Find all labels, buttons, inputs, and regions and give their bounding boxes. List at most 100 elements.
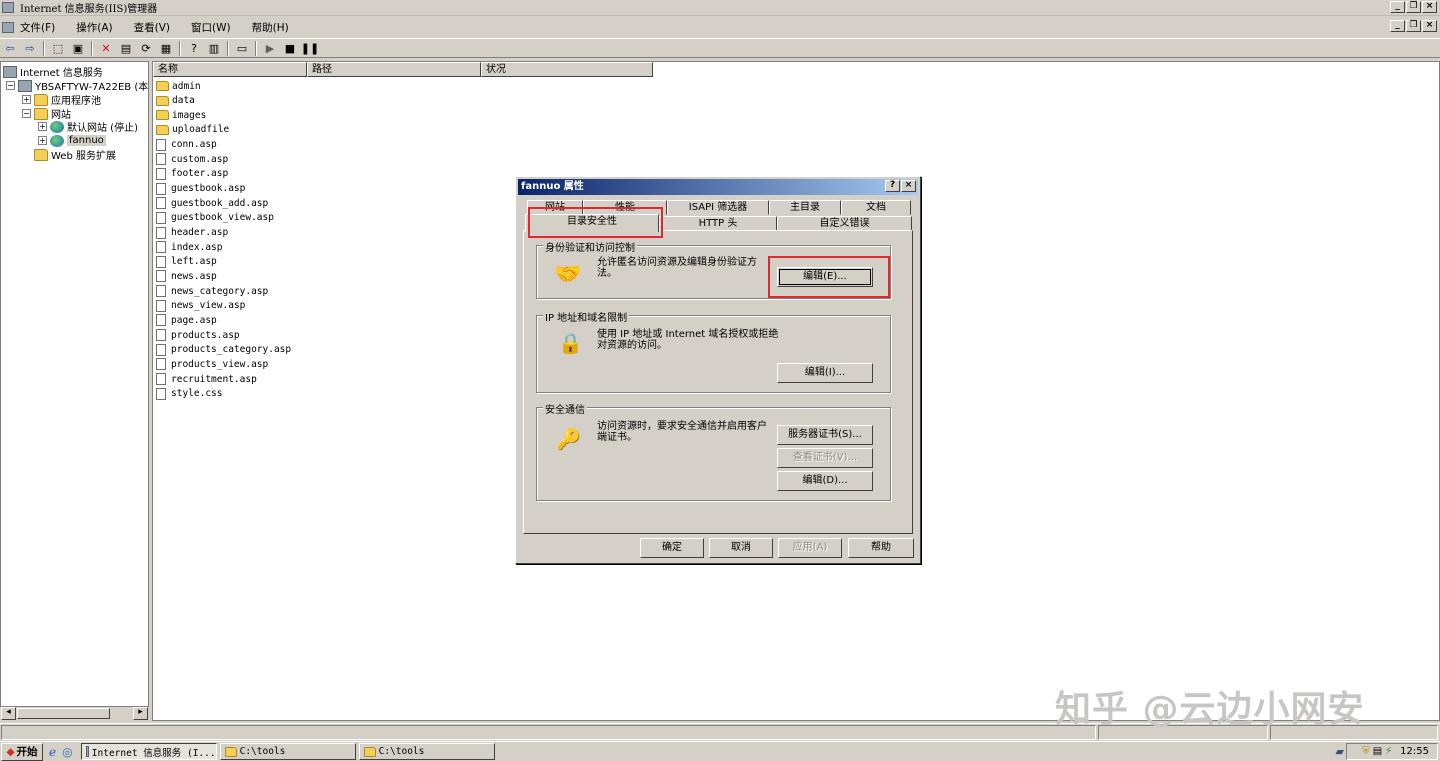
desktop: Internet 信息服务(IIS)管理器 _ ❐ × 文件(F) 操作(A) … bbox=[0, 0, 1440, 761]
scroll-left-icon[interactable]: ◂ bbox=[1, 707, 16, 720]
ip-edit-button[interactable]: 编辑(I)... bbox=[777, 363, 873, 383]
export-list-icon[interactable]: ▦ bbox=[158, 40, 174, 56]
console-icon[interactable]: ▥ bbox=[206, 40, 222, 56]
list-item[interactable]: data bbox=[156, 94, 195, 108]
menu-file[interactable]: 文件(F) bbox=[20, 20, 55, 35]
list-item[interactable]: guestbook_view.asp bbox=[156, 211, 274, 225]
help-icon[interactable]: ? bbox=[186, 40, 202, 56]
list-item[interactable]: guestbook_add.asp bbox=[156, 196, 268, 210]
column-status[interactable]: 状况 bbox=[481, 62, 653, 77]
minimize-button[interactable]: _ bbox=[1390, 1, 1405, 13]
list-item[interactable]: left.asp bbox=[156, 255, 217, 269]
stop-icon[interactable]: ■ bbox=[282, 40, 298, 56]
task-iis-manager[interactable]: Internet 信息服务 (I... bbox=[80, 743, 217, 760]
tree-root[interactable]: Internet 信息服务 bbox=[3, 65, 103, 79]
folder-icon bbox=[156, 81, 169, 91]
list-item[interactable]: header.asp bbox=[156, 226, 228, 240]
menu-action[interactable]: 操作(A) bbox=[76, 20, 112, 35]
menu-window[interactable]: 窗口(W) bbox=[191, 20, 231, 35]
pause-icon[interactable]: ❚❚ bbox=[301, 40, 319, 56]
cancel-button[interactable]: 取消 bbox=[709, 538, 773, 558]
list-item[interactable]: conn.asp bbox=[156, 138, 217, 152]
list-item[interactable]: news.asp bbox=[156, 269, 217, 283]
up-folder-icon[interactable]: ⬚ bbox=[50, 40, 66, 56]
tree-app-pools[interactable]: + 应用程序池 bbox=[22, 93, 101, 107]
task-tools-folder-1[interactable]: C:\tools bbox=[219, 743, 356, 760]
file-icon bbox=[156, 182, 166, 195]
collapse-icon[interactable]: − bbox=[22, 109, 31, 118]
list-item[interactable]: uploadfile bbox=[156, 123, 229, 137]
tab-isapi-filters[interactable]: ISAPI 筛选器 bbox=[667, 200, 769, 215]
list-item[interactable]: news_view.asp bbox=[156, 299, 245, 313]
ok-button[interactable]: 确定 bbox=[640, 538, 704, 558]
tab-documents[interactable]: 文档 bbox=[841, 200, 911, 215]
expand-icon[interactable]: + bbox=[22, 95, 31, 104]
column-path[interactable]: 路径 bbox=[307, 62, 481, 77]
list-item[interactable]: style.css bbox=[156, 387, 222, 401]
show-tree-icon[interactable]: ▣ bbox=[70, 40, 86, 56]
view-certificate-button[interactable]: 查看证书(V)... bbox=[777, 448, 873, 468]
tab-custom-errors[interactable]: 自定义错误 bbox=[777, 216, 912, 231]
menu-view[interactable]: 查看(V) bbox=[134, 20, 170, 35]
shield-icon[interactable]: ⛨ bbox=[1362, 746, 1370, 757]
window-title-bar[interactable]: Internet 信息服务(IIS)管理器 _ ❐ × bbox=[0, 0, 1440, 16]
dialog-help-button[interactable]: ? bbox=[885, 180, 900, 192]
scroll-thumb[interactable] bbox=[17, 708, 110, 719]
expand-icon[interactable]: + bbox=[38, 122, 47, 131]
list-item[interactable]: products.asp bbox=[156, 328, 240, 342]
forward-arrow-icon[interactable]: ⇨ bbox=[22, 40, 38, 56]
properties-icon[interactable]: ▤ bbox=[118, 40, 134, 56]
start-play-icon[interactable]: ▶ bbox=[262, 40, 278, 56]
refresh-icon[interactable]: ⟳ bbox=[138, 40, 154, 56]
list-item[interactable]: products_view.asp bbox=[156, 357, 268, 371]
computer-icon[interactable]: ▭ bbox=[234, 40, 250, 56]
back-arrow-icon[interactable]: ⇦ bbox=[2, 40, 18, 56]
list-item[interactable]: admin bbox=[156, 79, 201, 93]
tab-home-directory[interactable]: 主目录 bbox=[769, 200, 841, 215]
list-item[interactable]: news_category.asp bbox=[156, 284, 268, 298]
child-restore-button[interactable]: ❐ bbox=[1406, 20, 1421, 32]
folder-icon bbox=[224, 746, 237, 757]
list-item[interactable]: custom.asp bbox=[156, 152, 228, 166]
network-status-icon[interactable]: ⚡ bbox=[1385, 746, 1392, 757]
tree-websites[interactable]: − 网站 bbox=[22, 107, 71, 121]
menu-help[interactable]: 帮助(H) bbox=[252, 20, 289, 35]
list-item[interactable]: index.asp bbox=[156, 240, 222, 254]
dialog-title-bar[interactable]: fannuo 属性 ? × bbox=[518, 179, 918, 195]
close-button[interactable]: × bbox=[1422, 1, 1437, 13]
ie-icon[interactable]: ℯ bbox=[49, 745, 56, 759]
list-item[interactable]: images bbox=[156, 108, 206, 122]
column-name[interactable]: 名称 bbox=[153, 62, 307, 77]
monitor-icon[interactable]: ▤ bbox=[1373, 746, 1382, 757]
expand-icon[interactable]: + bbox=[38, 136, 47, 145]
file-icon bbox=[156, 343, 166, 356]
start-button[interactable]: ◆ 开始 bbox=[1, 742, 43, 761]
quicklaunch-icon[interactable]: ◎ bbox=[62, 745, 72, 759]
list-item[interactable]: recruitment.asp bbox=[156, 372, 257, 386]
mmc-document-icon bbox=[2, 21, 14, 33]
apply-button[interactable]: 应用(A) bbox=[778, 538, 842, 558]
list-item[interactable]: products_category.asp bbox=[156, 343, 291, 357]
collapse-icon[interactable]: − bbox=[6, 81, 15, 90]
secure-edit-button[interactable]: 编辑(D)... bbox=[777, 471, 873, 491]
delete-icon[interactable]: ✕ bbox=[98, 40, 114, 56]
list-item[interactable]: footer.asp bbox=[156, 167, 228, 181]
tree-server[interactable]: − YBSAFTYW-7A22EB (本地计 bbox=[6, 79, 148, 93]
child-close-button[interactable]: × bbox=[1422, 20, 1437, 32]
scroll-right-icon[interactable]: ▸ bbox=[133, 707, 148, 720]
tree-web-extensions[interactable]: Web 服务扩展 bbox=[34, 148, 116, 162]
network-icon[interactable]: ▰ bbox=[1336, 745, 1344, 758]
list-item[interactable]: page.asp bbox=[156, 313, 217, 327]
tree-fannuo[interactable]: + fannuo bbox=[38, 134, 106, 147]
help-button[interactable]: 帮助 bbox=[848, 538, 914, 558]
task-tools-folder-2[interactable]: C:\tools bbox=[358, 743, 495, 760]
tab-http-headers[interactable]: HTTP 头 bbox=[659, 216, 777, 231]
child-minimize-button[interactable]: _ bbox=[1390, 20, 1405, 32]
list-item[interactable]: guestbook.asp bbox=[156, 182, 245, 196]
dialog-close-button[interactable]: × bbox=[901, 180, 916, 192]
list-header: 名称 路径 状况 bbox=[153, 62, 653, 77]
restore-button[interactable]: ❐ bbox=[1406, 1, 1421, 13]
server-certificate-button[interactable]: 服务器证书(S)... bbox=[777, 425, 873, 445]
tree-horizontal-scrollbar[interactable]: ◂ ▸ bbox=[0, 706, 149, 721]
tree-default-site[interactable]: + 默认网站 (停止) bbox=[38, 120, 138, 134]
